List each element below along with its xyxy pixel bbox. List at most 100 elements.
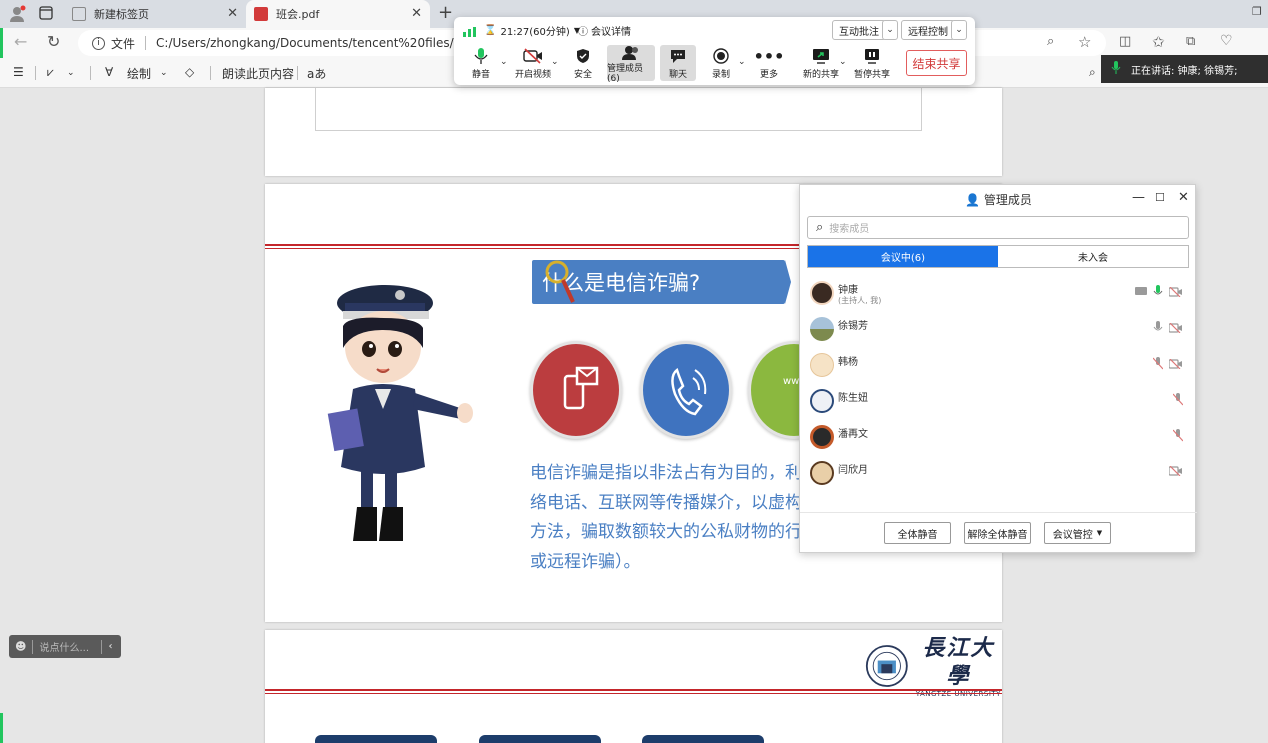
chevron-down-icon[interactable]: ⌄ <box>160 68 168 78</box>
content-card <box>642 735 764 743</box>
microphone-icon <box>1111 60 1121 78</box>
record-icon <box>713 45 729 67</box>
video-off-icon[interactable] <box>1168 286 1183 300</box>
video-off-icon[interactable] <box>1168 465 1183 479</box>
annotate-chevron-down-icon[interactable]: ⌄ <box>882 20 898 40</box>
video-off-icon[interactable] <box>1168 322 1183 336</box>
chat-button[interactable]: 聊天 <box>660 45 696 81</box>
minimize-icon[interactable]: — <box>1132 190 1145 205</box>
new-tab-icon[interactable]: + <box>438 2 453 23</box>
unmute-all-button[interactable]: 解除全体静音 <box>964 522 1031 544</box>
zoom-icon[interactable]: ⌕ <box>1047 34 1054 49</box>
emoji-icon[interactable]: ☻ <box>15 640 26 653</box>
avatar <box>810 461 834 485</box>
microphone-muted-icon[interactable] <box>1152 357 1164 373</box>
collections-icon[interactable]: ⧉ <box>1186 34 1195 49</box>
content-box <box>315 88 922 131</box>
meeting-details-button[interactable]: ⓘ 会议详情 <box>578 23 631 38</box>
member-row[interactable]: 韩杨 <box>800 347 1197 383</box>
tab-in-meeting[interactable]: 会议中(6) <box>808 246 998 267</box>
tab-pdf[interactable]: 班会.pdf ✕ <box>246 0 430 28</box>
share-screen-icon <box>812 45 830 67</box>
member-role: (主持人, 我) <box>838 296 882 305</box>
timer-text: 21:27(60分钟) <box>500 27 570 38</box>
text-options-button[interactable]: aあ <box>307 65 326 82</box>
close-icon[interactable]: ✕ <box>227 6 238 21</box>
extensions-icon[interactable]: ♡ <box>1220 33 1233 49</box>
new-share-button[interactable]: 新的共享 <box>798 45 844 81</box>
tab-not-joined[interactable]: 未入会 <box>998 246 1188 267</box>
member-row[interactable]: 钟康 (主持人, 我) <box>800 275 1197 311</box>
interactive-annotate-button[interactable]: 互动批注 <box>832 20 886 40</box>
favorite-star-icon[interactable]: ☆ <box>1078 33 1091 51</box>
microphone-icon[interactable] <box>1153 321 1163 337</box>
meeting-timer[interactable]: ⌛ 21:27(60分钟) ▼ <box>484 23 580 38</box>
content-card <box>315 735 437 743</box>
search-icon[interactable]: ⌕ <box>1089 65 1096 80</box>
pause-share-button[interactable]: 暂停共享 <box>849 45 895 81</box>
back-icon[interactable]: ← <box>14 32 27 51</box>
divider <box>101 639 103 654</box>
tab-actions-icon[interactable] <box>39 6 53 23</box>
member-row[interactable]: 潘再文 <box>800 419 1197 455</box>
member-row[interactable]: 闫欣月 <box>800 455 1197 491</box>
microphone-icon <box>474 45 488 67</box>
mute-button[interactable]: 静音 <box>458 45 504 81</box>
eraser-icon[interactable]: ◇ <box>185 65 194 79</box>
chat-input-bar[interactable]: ☻ 说点什么... ‹ <box>9 635 121 658</box>
member-row[interactable]: 陈生妞 <box>800 383 1197 419</box>
mobile-message-icon <box>563 366 599 410</box>
microphone-muted-icon[interactable] <box>1172 393 1184 409</box>
profile-icon[interactable] <box>8 5 26 26</box>
microphone-muted-icon[interactable] <box>1172 429 1184 445</box>
info-icon[interactable]: i <box>92 36 105 50</box>
member-tabs: 会议中(6) 未入会 <box>807 245 1189 268</box>
tab-label: 班会.pdf <box>276 8 320 21</box>
microphone-on-icon[interactable] <box>1153 285 1163 301</box>
highlight-icon[interactable]: ⩗ <box>47 65 54 80</box>
tab-new-tab[interactable]: 新建标签页 ✕ <box>64 0 246 28</box>
chevron-down-icon[interactable]: ⌄ <box>738 57 746 67</box>
end-share-button[interactable]: 结束共享 <box>906 50 967 76</box>
signal-icon <box>463 26 476 40</box>
share-border-left <box>0 28 3 58</box>
chevron-down-icon: ▼ <box>1096 529 1103 537</box>
university-seal-icon <box>865 645 908 687</box>
split-screen-icon[interactable]: ◫ <box>1119 34 1131 49</box>
speaking-text: 正在讲话: 钟康; 徐锡芳; <box>1131 65 1238 77</box>
security-button[interactable]: 安全 <box>560 45 606 81</box>
remote-control-button[interactable]: 远程控制 <box>901 20 955 40</box>
search-icon: ⌕ <box>816 220 824 235</box>
meeting-control-button[interactable]: 会议管控 ▼ <box>1044 522 1111 544</box>
reload-icon[interactable]: ↻ <box>47 32 60 51</box>
close-icon[interactable]: ✕ <box>1178 190 1189 205</box>
chat-placeholder: 说点什么... <box>39 643 90 654</box>
video-off-icon[interactable] <box>1168 358 1183 372</box>
start-video-button[interactable]: 开启视频 <box>510 45 556 81</box>
police-officer-illustration <box>327 285 473 541</box>
contents-icon[interactable]: ☰ <box>13 65 24 79</box>
member-name: 潘再文 <box>838 429 868 440</box>
draw-icon[interactable]: ∀ <box>105 65 113 79</box>
chevron-down-icon[interactable]: ⌄ <box>839 57 847 67</box>
share-border-left-bottom <box>0 713 3 743</box>
chevron-down-icon[interactable]: ⌄ <box>500 57 508 67</box>
member-search-input[interactable]: ⌕ 搜索成员 <box>807 216 1189 239</box>
more-button[interactable]: ••• 更多 <box>746 45 792 81</box>
telephone-icon <box>671 367 707 416</box>
draw-button[interactable]: 绘制 <box>127 65 151 82</box>
restore-window-icon[interactable]: ❐ <box>1252 5 1262 18</box>
remote-chevron-down-icon[interactable]: ⌄ <box>951 20 967 40</box>
chevron-down-icon[interactable]: ⌄ <box>67 68 75 78</box>
mute-all-button[interactable]: 全体静音 <box>884 522 951 544</box>
sms-phone-circle <box>530 341 622 439</box>
chevron-down-icon[interactable]: ⌄ <box>551 57 559 67</box>
member-row[interactable]: 徐锡芳 <box>800 311 1197 347</box>
read-aloud-button[interactable]: 朗读此页内容 <box>222 65 294 82</box>
close-icon[interactable]: ✕ <box>411 6 422 21</box>
favorites-icon[interactable]: ✩ <box>1152 33 1165 51</box>
maximize-icon[interactable]: ☐ <box>1155 191 1165 204</box>
manage-members-button[interactable]: 管理成员(6) <box>607 45 655 84</box>
collapse-chevron-icon[interactable]: ‹ <box>108 641 112 652</box>
avatar <box>810 353 834 377</box>
